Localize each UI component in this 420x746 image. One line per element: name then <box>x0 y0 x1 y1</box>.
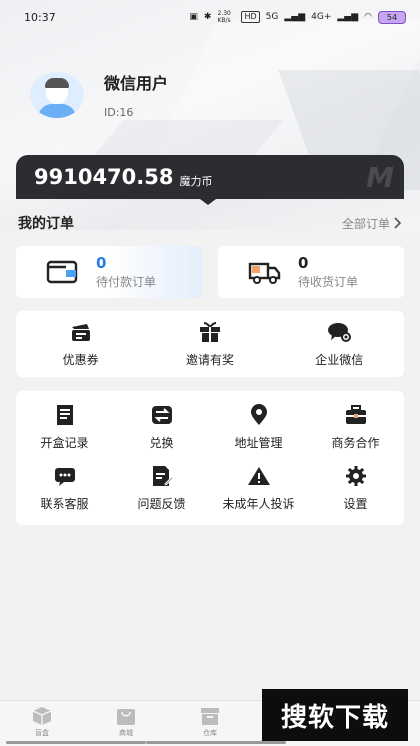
pending-payment-label: 待付款订单 <box>96 274 157 289</box>
tab-blind-box[interactable]: 盲盒 <box>0 701 84 746</box>
watermark: 搜软下载 <box>262 689 408 741</box>
invite-reward-button[interactable]: 邀请有奖 <box>150 321 270 368</box>
delivery-truck-icon <box>248 262 281 284</box>
pending-receipt-orders[interactable]: 0 待收货订单 <box>218 246 404 298</box>
wecom-icon <box>328 322 352 342</box>
orders-title: 我的订单 <box>18 216 74 232</box>
shop-icon <box>117 709 135 725</box>
brand-logo-icon: M <box>366 161 394 194</box>
avatar[interactable] <box>30 71 84 118</box>
coupon-button[interactable]: 优惠券 <box>21 321 141 368</box>
signal-5g: 5G <box>265 12 279 22</box>
hd-badge: HD <box>241 11 260 23</box>
exchange-icon <box>151 406 172 424</box>
invite-reward-label: 邀请有奖 <box>185 352 234 367</box>
business-cooperation-button[interactable]: 商务合作 <box>307 397 404 458</box>
status-time: 10:37 <box>24 10 56 24</box>
feedback-label: 问题反馈 <box>137 497 186 511</box>
minor-complaint-label: 未成年人投诉 <box>222 497 295 511</box>
user-id: ID:16 <box>104 106 134 119</box>
receipt-icon <box>56 405 73 425</box>
signal-bars-icon: ▂▄▆ <box>337 12 359 22</box>
tab-shop[interactable]: 商城 <box>84 701 168 746</box>
chevron-right-icon <box>394 217 402 229</box>
gesture-bar <box>146 741 286 744</box>
tab-blind-box-label: 盲盒 <box>35 729 49 737</box>
network-speed: 2.30 KB/s <box>217 10 231 24</box>
balance-unit: 魔力币 <box>179 175 213 188</box>
user-name: 微信用户 <box>104 74 169 93</box>
warning-icon <box>247 467 270 485</box>
address-management-label: 地址管理 <box>234 436 283 450</box>
gift-icon <box>199 321 220 342</box>
gear-icon <box>345 466 366 486</box>
settings-label: 设置 <box>343 497 368 511</box>
customer-service-button[interactable]: 联系客服 <box>16 458 113 519</box>
wallet-icon <box>46 260 78 284</box>
chat-icon <box>54 468 75 486</box>
pending-payment-count: 0 <box>96 253 107 272</box>
location-icon <box>250 404 267 425</box>
pending-receipt-label: 待收货订单 <box>298 274 359 289</box>
unbox-records-label: 开盒记录 <box>40 436 89 450</box>
gesture-bar <box>6 741 146 744</box>
business-cooperation-label: 商务合作 <box>331 436 380 450</box>
customer-service-label: 联系客服 <box>40 497 89 511</box>
all-orders-label: 全部订单 <box>341 216 390 231</box>
notification-icon: ▣ <box>189 12 198 22</box>
all-orders-link[interactable]: 全部订单 <box>342 215 402 232</box>
signal-bars-icon: ▂▄▆ <box>284 12 306 22</box>
bluetooth-icon: ✱ <box>203 12 212 22</box>
pending-payment-orders[interactable]: 0 待付款订单 <box>16 246 202 298</box>
battery-icon: 54 <box>378 10 406 24</box>
status-indicators: ▣ ✱ 2.30 KB/s HD 5G ▂▄▆ 4G+ ▂▄▆ ◠ 54 <box>189 10 406 24</box>
exchange-button[interactable]: 兑换 <box>113 397 210 458</box>
balance-card[interactable]: 9910470.58 魔力币 M <box>16 155 404 199</box>
warehouse-icon <box>201 708 219 725</box>
balance-notch <box>200 199 216 205</box>
unbox-records-button[interactable]: 开盒记录 <box>16 397 113 458</box>
tab-warehouse[interactable]: 仓库 <box>168 701 252 746</box>
tab-warehouse-label: 仓库 <box>203 729 217 737</box>
service-menu: 开盒记录 兑换 地址管理 商务合作 联系客服 问题反馈 未成年人投诉 设置 <box>16 391 404 525</box>
pending-receipt-count: 0 <box>298 253 309 272</box>
wifi-icon: ◠ <box>364 12 372 22</box>
minor-complaint-button[interactable]: 未成年人投诉 <box>210 458 307 519</box>
coupon-icon <box>71 323 90 341</box>
wecom-button[interactable]: 企业微信 <box>279 321 399 368</box>
wecom-label: 企业微信 <box>315 352 364 367</box>
feedback-icon <box>152 466 174 486</box>
box-icon <box>32 707 52 725</box>
orders-header: 我的订单 全部订单 <box>18 212 402 234</box>
signal-4g: 4G+ <box>311 12 332 22</box>
coupon-label: 优惠券 <box>62 352 99 367</box>
feedback-button[interactable]: 问题反馈 <box>113 458 210 519</box>
quick-menu: 优惠券 邀请有奖 企业微信 <box>16 311 404 377</box>
balance-value: 9910470.58 <box>34 165 174 189</box>
user-profile[interactable]: 微信用户 ID:16 <box>30 70 168 119</box>
settings-button[interactable]: 设置 <box>307 458 404 519</box>
briefcase-icon <box>345 405 366 424</box>
status-bar: 10:37 ▣ ✱ 2.30 KB/s HD 5G ▂▄▆ 4G+ ▂▄▆ ◠ … <box>0 0 420 34</box>
address-management-button[interactable]: 地址管理 <box>210 397 307 458</box>
tab-shop-label: 商城 <box>119 729 133 737</box>
exchange-label: 兑换 <box>149 436 174 450</box>
